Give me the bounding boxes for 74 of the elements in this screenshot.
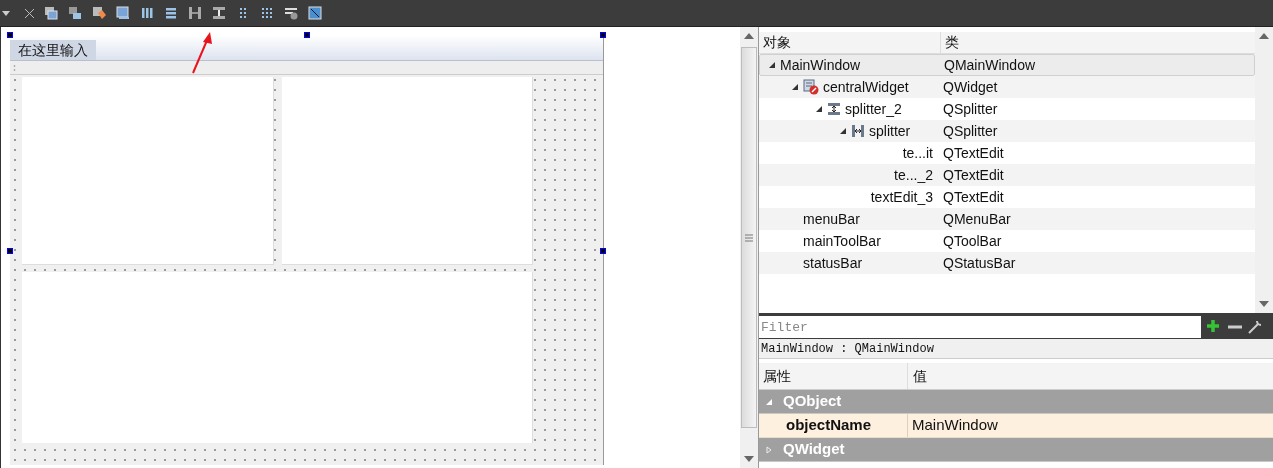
object-class: QSplitter	[942, 99, 998, 119]
expanded-arrow-icon[interactable]	[839, 127, 847, 135]
object-class: QMainWindow	[943, 55, 1036, 75]
grip-icon	[745, 233, 753, 242]
toolbar-grip-icon	[13, 63, 16, 72]
tree-row[interactable]: centralWidget QWidget	[759, 76, 1255, 98]
object-name: MainWindow	[780, 55, 861, 75]
columns-icon[interactable]	[139, 5, 155, 21]
group-name: QWidget	[783, 439, 845, 460]
selection-handle[interactable]	[600, 32, 606, 38]
tree-row[interactable]: statusBar QStatusBar	[759, 252, 1255, 274]
horizontal-splitter-icon[interactable]	[187, 5, 203, 21]
object-name: te..._2	[894, 165, 933, 185]
menu-item[interactable]: 在这里输入	[10, 40, 96, 60]
selection-handle[interactable]	[600, 248, 606, 254]
object-name: splitter_2	[845, 99, 902, 119]
widget-layout-icon[interactable]	[43, 5, 59, 21]
current-object-label: MainWindow : QMainWindow	[761, 340, 934, 358]
object-name: centralWidget	[823, 77, 909, 97]
form-window[interactable]: 在这里输入	[10, 35, 604, 465]
form-layout-icon[interactable]	[283, 5, 299, 21]
filter-field[interactable]: Filter	[759, 316, 1201, 338]
wrench-icon[interactable]	[1247, 319, 1263, 335]
send-back-icon[interactable]	[67, 5, 83, 21]
tree-row[interactable]: splitter QSplitter	[759, 120, 1255, 142]
tree-row[interactable]: menuBar QMenuBar	[759, 208, 1255, 230]
tree-row[interactable]: MainWindow QMainWindow	[759, 54, 1255, 76]
scroll-thumb[interactable]	[741, 47, 757, 428]
scroll-down-icon[interactable]	[1259, 301, 1269, 307]
expanded-arrow-icon[interactable]	[815, 105, 823, 113]
object-class: QTextEdit	[942, 165, 1004, 185]
dense-grid-icon[interactable]	[259, 5, 275, 21]
property-row[interactable]: objectName MainWindow	[759, 414, 1273, 438]
object-name: textEdit_3	[870, 187, 933, 207]
object-name: statusBar	[803, 253, 863, 273]
tab-order-icon[interactable]	[115, 5, 131, 21]
object-class: QTextEdit	[942, 187, 1004, 207]
vertical-splitter-icon	[827, 102, 841, 116]
expanded-arrow-icon[interactable]	[791, 83, 799, 91]
column-header[interactable]: 类	[941, 32, 959, 53]
object-class: QTextEdit	[942, 143, 1004, 163]
scroll-up-icon[interactable]	[744, 33, 754, 39]
widget-icon	[803, 79, 819, 95]
selection-handle[interactable]	[7, 248, 13, 254]
object-class: QStatusBar	[942, 253, 1016, 273]
object-class: QSplitter	[942, 121, 998, 141]
rows-icon[interactable]	[163, 5, 179, 21]
selection-handle[interactable]	[7, 32, 13, 38]
object-name: te...it	[902, 143, 933, 163]
column-header[interactable]: 对象	[759, 32, 941, 53]
column-header[interactable]: 属性	[759, 363, 908, 389]
dropdown-arrow-icon[interactable]	[2, 10, 10, 16]
scroll-down-icon[interactable]	[744, 456, 754, 462]
column-header[interactable]: 值	[908, 363, 927, 389]
adjust-size-icon[interactable]	[307, 5, 323, 21]
object-name: splitter	[869, 121, 911, 141]
property-name: objectName	[759, 414, 908, 437]
horizontal-splitter-icon	[851, 124, 865, 138]
tag-icon[interactable]	[91, 5, 107, 21]
scrollbar[interactable]	[1255, 27, 1273, 313]
group-name: QObject	[783, 391, 842, 412]
arrow-annotation	[191, 30, 213, 75]
expanded-arrow-icon[interactable]	[768, 61, 776, 69]
object-class: QWidget	[942, 77, 998, 97]
object-name: menuBar	[803, 209, 860, 229]
property-value: MainWindow	[911, 415, 998, 436]
object-name: mainToolBar	[803, 231, 881, 251]
tree-row[interactable]: te..._2 QTextEdit	[759, 164, 1255, 186]
object-class: QMenuBar	[942, 209, 1011, 229]
vertical-splitter-icon[interactable]	[211, 5, 227, 21]
close-icon[interactable]	[24, 7, 35, 19]
scroll-up-icon[interactable]	[1259, 33, 1269, 39]
selection-handle[interactable]	[304, 32, 310, 38]
object-class: QToolBar	[942, 231, 1002, 251]
